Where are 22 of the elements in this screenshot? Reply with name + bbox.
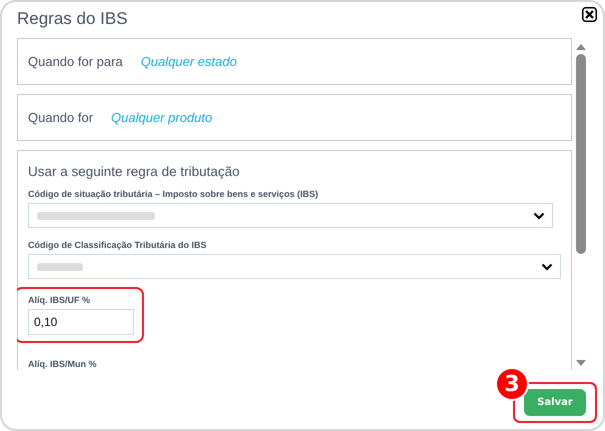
scroll-up-icon[interactable] bbox=[576, 44, 586, 50]
condition-label: Quando for bbox=[28, 110, 94, 125]
chevron-icon bbox=[533, 212, 545, 220]
chevron-icon bbox=[541, 262, 553, 270]
condition-link[interactable]: Qualquer produto bbox=[111, 110, 212, 125]
select-field[interactable] bbox=[28, 203, 553, 228]
dialog-title: Regras do IBS bbox=[17, 9, 128, 29]
field-label: Alíq. IBS/Mun % bbox=[28, 359, 98, 369]
scrollbar-thumb[interactable] bbox=[576, 54, 586, 254]
condition-link[interactable]: Qualquer estado bbox=[140, 54, 237, 69]
blurred-value bbox=[37, 262, 83, 270]
field-label: Código de Classificação Tributária do IBS bbox=[28, 240, 208, 250]
input-field[interactable]: 0,10 bbox=[28, 309, 134, 335]
save-button[interactable]: Salvar bbox=[524, 389, 586, 416]
field-label: Código de situação tributária – Imposto sobre bens e serviços (IBS) bbox=[28, 189, 320, 199]
step-badge: 3 bbox=[495, 367, 529, 401]
close-icon[interactable] bbox=[582, 7, 597, 22]
rule-heading: Usar a seguinte regra de tributação bbox=[28, 164, 241, 179]
scroll-down-icon[interactable] bbox=[576, 360, 586, 366]
condition-label: Quando for para bbox=[28, 54, 123, 69]
select-field[interactable] bbox=[28, 254, 561, 279]
field-label: Alíq. IBS/UF % bbox=[28, 295, 92, 305]
